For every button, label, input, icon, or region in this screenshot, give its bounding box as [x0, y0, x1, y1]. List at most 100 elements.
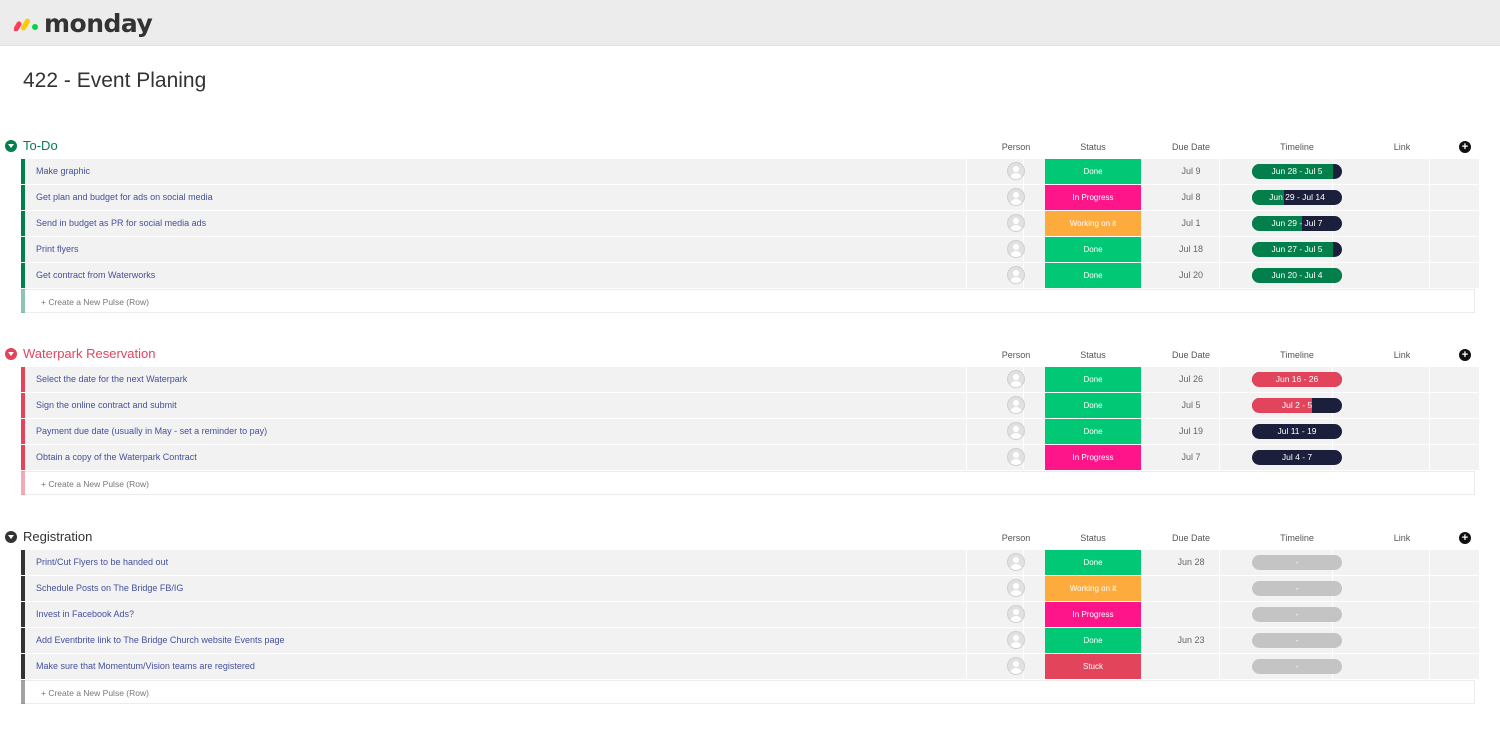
person-avatar-icon[interactable] — [1007, 396, 1025, 414]
timeline-bar[interactable]: - — [1252, 659, 1342, 674]
timeline-bar[interactable]: - — [1252, 581, 1342, 596]
table-row[interactable]: Print flyers Done Jul 18 Jun 27 - Jul 5 — [21, 237, 1479, 262]
timeline-bar[interactable]: Jun 28 - Jul 5 — [1252, 164, 1342, 179]
due-date[interactable]: Jul 20 — [1143, 270, 1239, 280]
status-label[interactable]: Working on it — [1045, 576, 1141, 601]
status-label[interactable]: Stuck — [1045, 654, 1141, 679]
table-row[interactable]: Make sure that Momentum/Vision teams are… — [21, 654, 1479, 679]
timeline-bar[interactable]: Jul 4 - 7 — [1252, 450, 1342, 465]
group-title[interactable]: Registration — [23, 529, 92, 544]
row-name[interactable]: Get contract from Waterworks — [36, 270, 155, 280]
add-column-icon[interactable]: + — [1459, 532, 1471, 544]
column-header-link[interactable]: Link — [1362, 142, 1442, 152]
group-title[interactable]: To-Do — [23, 138, 58, 153]
due-date[interactable]: Jul 18 — [1143, 244, 1239, 254]
status-label[interactable]: Done — [1045, 419, 1141, 444]
row-name[interactable]: Make graphic — [36, 166, 90, 176]
row-name[interactable]: Add Eventbrite link to The Bridge Church… — [36, 635, 284, 645]
row-name[interactable]: Invest in Facebook Ads? — [36, 609, 134, 619]
column-header-timeline[interactable]: Timeline — [1257, 350, 1337, 360]
row-name[interactable]: Send in budget as PR for social media ad… — [36, 218, 206, 228]
person-avatar-icon[interactable] — [1007, 579, 1025, 597]
due-date[interactable]: Jun 23 — [1143, 635, 1239, 645]
column-header-person[interactable]: Person — [976, 350, 1056, 360]
row-name[interactable]: Make sure that Momentum/Vision teams are… — [36, 661, 255, 671]
column-header-person[interactable]: Person — [976, 533, 1056, 543]
person-avatar-icon[interactable] — [1007, 240, 1025, 258]
person-avatar-icon[interactable] — [1007, 188, 1025, 206]
table-row[interactable]: Sign the online contract and submit Done J… — [21, 393, 1479, 418]
status-label[interactable]: Done — [1045, 263, 1141, 288]
timeline-bar[interactable]: - — [1252, 607, 1342, 622]
row-name[interactable]: Print/Cut Flyers to be handed out — [36, 557, 168, 567]
due-date[interactable]: Jul 7 — [1143, 452, 1239, 462]
board-title[interactable]: 422 - Event Planing — [23, 69, 206, 93]
row-name[interactable]: Select the date for the next Waterpark — [36, 374, 187, 384]
create-pulse-row[interactable]: + Create a New Pulse (Row) — [21, 471, 1475, 495]
collapse-group-icon[interactable] — [5, 140, 17, 152]
timeline-bar[interactable]: Jun 29 - Jul 7 — [1252, 216, 1342, 231]
timeline-bar[interactable]: - — [1252, 633, 1342, 648]
due-date[interactable]: Jul 1 — [1143, 218, 1239, 228]
person-avatar-icon[interactable] — [1007, 266, 1025, 284]
timeline-bar[interactable]: Jul 11 - 19 — [1252, 424, 1342, 439]
table-row[interactable]: Send in budget as PR for social media ad… — [21, 211, 1479, 236]
column-header-due[interactable]: Due Date — [1151, 142, 1231, 152]
column-header-timeline[interactable]: Timeline — [1257, 142, 1337, 152]
due-date[interactable]: Jun 28 — [1143, 557, 1239, 567]
table-row[interactable]: Add Eventbrite link to The Bridge Church… — [21, 628, 1479, 653]
create-pulse-row[interactable]: + Create a New Pulse (Row) — [21, 289, 1475, 313]
due-date[interactable]: Jul 26 — [1143, 374, 1239, 384]
column-header-person[interactable]: Person — [976, 142, 1056, 152]
table-row[interactable]: Payment due date (usually in May - set a… — [21, 419, 1479, 444]
person-avatar-icon[interactable] — [1007, 214, 1025, 232]
timeline-bar[interactable]: Jun 29 - Jul 14 — [1252, 190, 1342, 205]
due-date[interactable]: Jul 8 — [1143, 192, 1239, 202]
status-label[interactable]: In Progress — [1045, 185, 1141, 210]
column-header-due[interactable]: Due Date — [1151, 533, 1231, 543]
create-pulse-label[interactable]: + Create a New Pulse (Row) — [41, 297, 149, 307]
person-avatar-icon[interactable] — [1007, 162, 1025, 180]
timeline-bar[interactable]: Jun 20 - Jul 4 — [1252, 268, 1342, 283]
person-avatar-icon[interactable] — [1007, 657, 1025, 675]
status-label[interactable]: Done — [1045, 367, 1141, 392]
status-label[interactable]: Done — [1045, 237, 1141, 262]
status-label[interactable]: Done — [1045, 393, 1141, 418]
person-avatar-icon[interactable] — [1007, 422, 1025, 440]
table-row[interactable]: Get contract from Waterworks Done Jul 20 Ju… — [21, 263, 1479, 288]
due-date[interactable]: Jul 5 — [1143, 400, 1239, 410]
table-row[interactable]: Obtain a copy of the Waterpark Contract I… — [21, 445, 1479, 470]
table-row[interactable]: Select the date for the next Waterpark Do… — [21, 367, 1479, 392]
table-row[interactable]: Invest in Facebook Ads? In Progress - — [21, 602, 1479, 627]
status-label[interactable]: In Progress — [1045, 445, 1141, 470]
create-pulse-label[interactable]: + Create a New Pulse (Row) — [41, 479, 149, 489]
person-avatar-icon[interactable] — [1007, 631, 1025, 649]
person-avatar-icon[interactable] — [1007, 448, 1025, 466]
add-column-icon[interactable]: + — [1459, 349, 1471, 361]
person-avatar-icon[interactable] — [1007, 553, 1025, 571]
status-label[interactable]: Done — [1045, 628, 1141, 653]
person-avatar-icon[interactable] — [1007, 605, 1025, 623]
table-row[interactable]: Schedule Posts on The Bridge FB/IG Workin… — [21, 576, 1479, 601]
column-header-status[interactable]: Status — [1053, 533, 1133, 543]
column-header-link[interactable]: Link — [1362, 533, 1442, 543]
table-row[interactable]: Get plan and budget for ads on social me… — [21, 185, 1479, 210]
table-row[interactable]: Make graphic Done Jul 9 Jun 28 - Jul 5 — [21, 159, 1479, 184]
status-label[interactable]: Done — [1045, 159, 1141, 184]
timeline-bar[interactable]: Jun 27 - Jul 5 — [1252, 242, 1342, 257]
row-name[interactable]: Sign the online contract and submit — [36, 400, 177, 410]
row-name[interactable]: Obtain a copy of the Waterpark Contract — [36, 452, 197, 462]
column-header-status[interactable]: Status — [1053, 350, 1133, 360]
collapse-group-icon[interactable] — [5, 531, 17, 543]
row-name[interactable]: Schedule Posts on The Bridge FB/IG — [36, 583, 183, 593]
due-date[interactable]: Jul 9 — [1143, 166, 1239, 176]
status-label[interactable]: In Progress — [1045, 602, 1141, 627]
row-name[interactable]: Payment due date (usually in May - set a… — [36, 426, 267, 436]
status-label[interactable]: Working on it — [1045, 211, 1141, 236]
collapse-group-icon[interactable] — [5, 348, 17, 360]
column-header-link[interactable]: Link — [1362, 350, 1442, 360]
monday-logo[interactable]: monday — [14, 8, 153, 38]
person-avatar-icon[interactable] — [1007, 370, 1025, 388]
column-header-timeline[interactable]: Timeline — [1257, 533, 1337, 543]
column-header-due[interactable]: Due Date — [1151, 350, 1231, 360]
